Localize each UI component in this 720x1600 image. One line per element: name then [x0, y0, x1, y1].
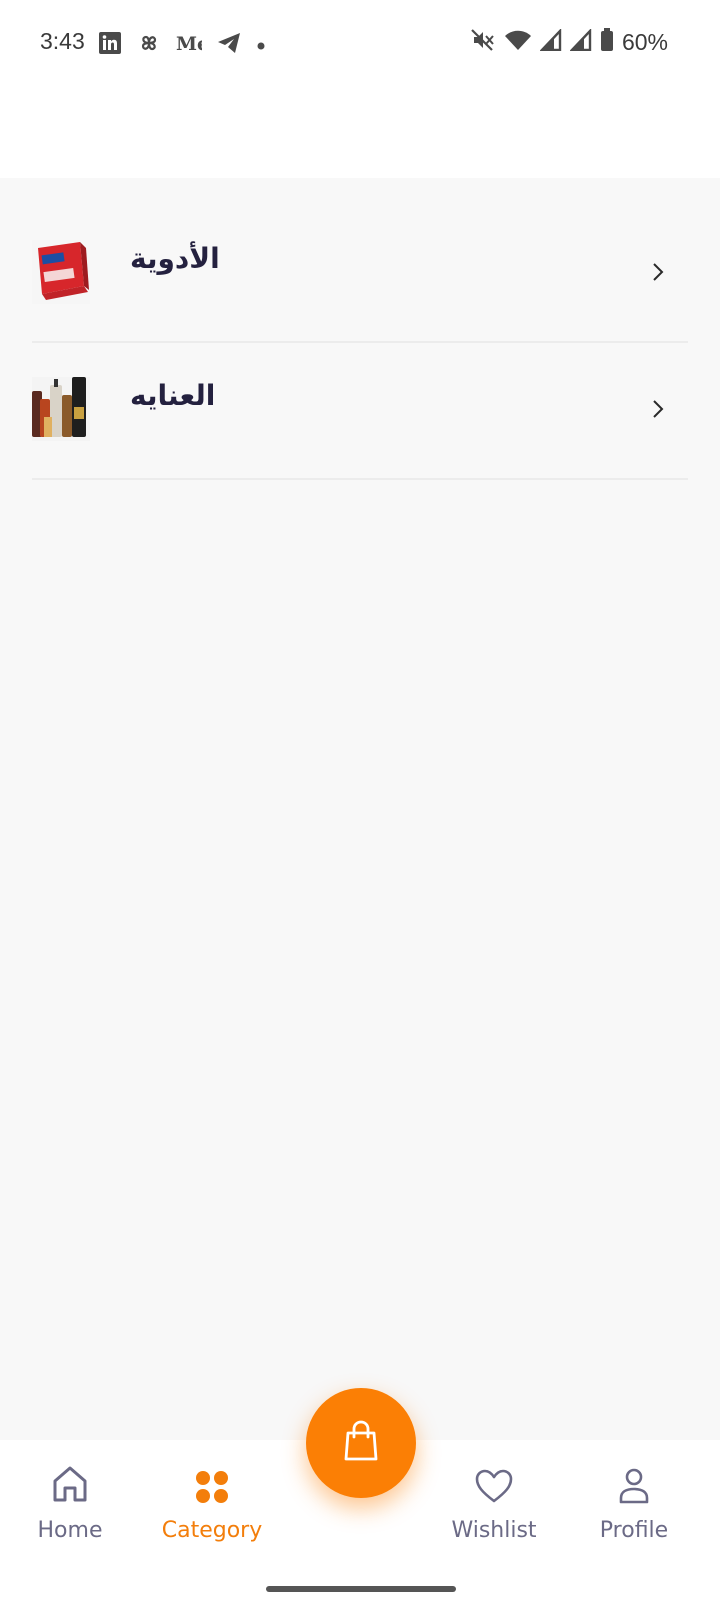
- category-row-medicines[interactable]: الأدوية: [32, 204, 688, 343]
- nav-home[interactable]: Home: [0, 1462, 140, 1543]
- svg-text:Me: Me: [176, 33, 202, 54]
- mute-icon: [470, 28, 496, 56]
- category-row-care[interactable]: العنايه: [32, 341, 688, 480]
- nav-profile[interactable]: Profile: [564, 1462, 704, 1543]
- linkedin-icon: [98, 31, 122, 59]
- care-products-image: [32, 377, 90, 441]
- chevron-right-icon: [652, 262, 664, 286]
- category-list: الأدوية العنايه: [0, 178, 720, 1440]
- dot-icon: [256, 36, 266, 55]
- battery-percent: 60%: [621, 28, 668, 55]
- wifi-icon: [504, 28, 532, 56]
- medicine-box-image: [32, 240, 90, 304]
- status-time: 3:43: [40, 28, 85, 54]
- battery-icon: [600, 28, 614, 56]
- nav-wishlist[interactable]: Wishlist: [424, 1462, 564, 1543]
- cart-fab-button[interactable]: [306, 1388, 416, 1498]
- home-icon: [51, 1464, 89, 1508]
- pinwheel-icon: [136, 30, 162, 60]
- signal-icon: [539, 27, 562, 55]
- notification-icons: Me: [98, 30, 266, 60]
- system-icons: 60%: [470, 27, 668, 56]
- nav-home-label: Home: [37, 1518, 103, 1543]
- status-bar: 3:43 Me 60%: [0, 0, 720, 86]
- signal-icon: [569, 27, 592, 55]
- home-indicator[interactable]: [266, 1586, 456, 1592]
- category-name: الأدوية: [130, 242, 220, 275]
- category-grid-icon: [195, 1470, 229, 1508]
- shopping-bag-icon: [341, 1419, 381, 1467]
- user-icon: [618, 1468, 650, 1508]
- nav-category[interactable]: Category: [142, 1462, 282, 1543]
- header-area: [0, 86, 720, 178]
- nav-wishlist-label: Wishlist: [451, 1518, 537, 1543]
- heart-icon: [474, 1468, 514, 1508]
- category-name: العنايه: [130, 379, 216, 412]
- telegram-icon: [216, 31, 242, 59]
- chevron-right-icon: [652, 399, 664, 423]
- nav-category-label: Category: [161, 1518, 263, 1543]
- medium-icon: Me: [176, 32, 209, 58]
- nav-profile-label: Profile: [599, 1518, 669, 1543]
